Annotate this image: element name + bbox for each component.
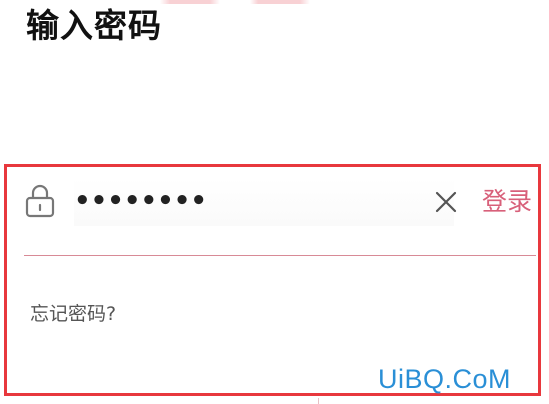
input-divider (24, 255, 536, 256)
bottom-tick (318, 398, 319, 404)
page-title: 输入密码 (26, 6, 162, 45)
lock-icon (24, 183, 56, 219)
watermark: UiBQ.CoM (378, 364, 512, 394)
close-icon[interactable] (434, 190, 458, 214)
password-input[interactable]: •••••••• (74, 178, 454, 226)
login-button[interactable]: 登录 (482, 184, 532, 220)
password-row: •••••••• 登录 (24, 178, 538, 228)
forgot-password-link[interactable]: 忘记密码? (30, 300, 116, 328)
